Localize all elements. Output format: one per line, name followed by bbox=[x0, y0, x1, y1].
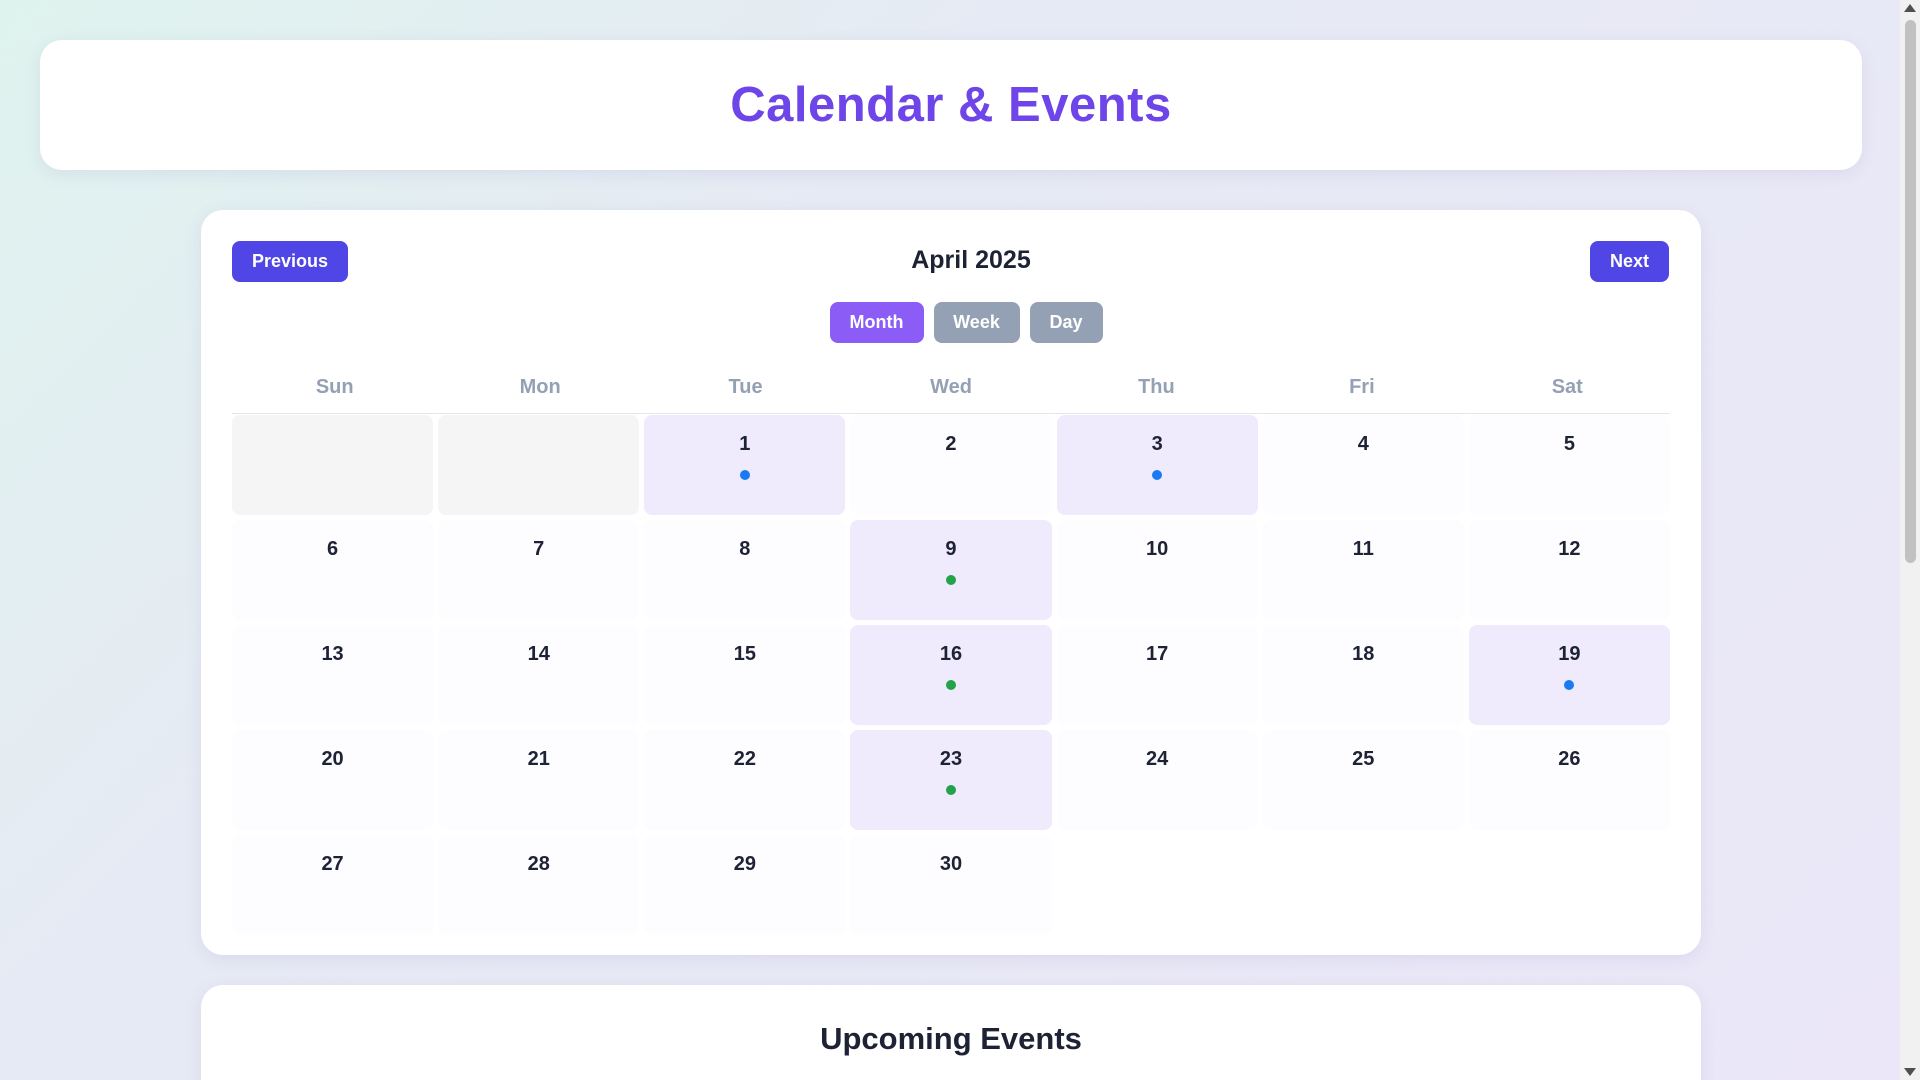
scroll-thumb[interactable] bbox=[1905, 20, 1916, 563]
day-number: 13 bbox=[321, 643, 344, 665]
day-cell[interactable]: 26 bbox=[1468, 730, 1670, 830]
upcoming-events-title: Upcoming Events bbox=[820, 1021, 1082, 1056]
day-number: 29 bbox=[733, 853, 756, 875]
day-cell[interactable]: 18 bbox=[1262, 625, 1464, 725]
day-cell[interactable]: 12 bbox=[1468, 520, 1670, 620]
day-cell[interactable]: 16 bbox=[850, 625, 1052, 725]
empty-day-cell bbox=[438, 415, 640, 515]
day-number: 21 bbox=[527, 748, 550, 770]
day-number: 19 bbox=[1558, 643, 1581, 665]
trailing-day-cell bbox=[1469, 835, 1670, 935]
calendar-grid: 1 2 3 4 5 6 7 8 9 10 11 12 13 14 15 16 17 18 19 20 21 22 23 24 2… bbox=[232, 415, 1670, 935]
day-cell[interactable]: 27 bbox=[232, 835, 434, 935]
event-dot-icon bbox=[945, 575, 956, 585]
day-cell[interactable]: 20 bbox=[232, 730, 434, 830]
day-cell[interactable]: 28 bbox=[438, 835, 640, 935]
day-number: 28 bbox=[527, 853, 550, 875]
empty-day-cell bbox=[232, 415, 434, 515]
day-number: 26 bbox=[1558, 748, 1581, 770]
day-cell[interactable]: 7 bbox=[438, 520, 640, 620]
day-number: 12 bbox=[1558, 538, 1581, 560]
day-cell[interactable]: 11 bbox=[1262, 520, 1464, 620]
page: Calendar & Events Previous April 2025 Ne… bbox=[0, 0, 1900, 1080]
day-number: 18 bbox=[1352, 643, 1375, 665]
day-cell[interactable]: 30 bbox=[850, 835, 1052, 935]
day-number: 6 bbox=[327, 538, 339, 560]
day-cell[interactable]: 22 bbox=[644, 730, 846, 830]
day-cell[interactable]: 23 bbox=[850, 730, 1052, 830]
event-dot-icon bbox=[1152, 470, 1163, 480]
page-scrollbar[interactable] bbox=[1900, 0, 1920, 1080]
trailing-day-cell bbox=[1057, 835, 1258, 935]
day-number: 15 bbox=[733, 643, 756, 665]
day-number: 22 bbox=[733, 748, 756, 770]
scroll-up-arrow-icon[interactable] bbox=[1904, 4, 1916, 12]
day-cell[interactable]: 4 bbox=[1262, 415, 1464, 515]
day-number: 2 bbox=[945, 433, 957, 455]
view-month-button[interactable]: Month bbox=[829, 302, 924, 343]
day-number: 16 bbox=[939, 643, 963, 665]
weekday-label: Tue bbox=[728, 376, 763, 398]
day-cell[interactable]: 1 bbox=[644, 415, 846, 515]
day-cell[interactable]: 2 bbox=[850, 415, 1052, 515]
day-number: 25 bbox=[1352, 748, 1375, 770]
day-number: 4 bbox=[1357, 433, 1369, 455]
event-dot-icon bbox=[945, 680, 956, 690]
calendar-card: Previous April 2025 Next Month Week Day … bbox=[201, 210, 1701, 955]
weekday-label: Wed bbox=[930, 376, 972, 398]
day-cell[interactable]: 10 bbox=[1056, 520, 1258, 620]
weekday-label: Sun bbox=[315, 376, 354, 398]
weekday-label: Fri bbox=[1349, 376, 1375, 398]
weekday-label: Thu bbox=[1138, 376, 1175, 398]
day-cell[interactable]: 9 bbox=[850, 520, 1052, 620]
event-dot-icon bbox=[739, 470, 750, 480]
day-cell[interactable]: 8 bbox=[644, 520, 846, 620]
trailing-day-cell bbox=[1263, 835, 1464, 935]
scroll-down-arrow-icon[interactable] bbox=[1904, 1068, 1916, 1076]
day-cell[interactable]: 24 bbox=[1056, 730, 1258, 830]
day-cell[interactable]: 17 bbox=[1056, 625, 1258, 725]
day-cell[interactable]: 5 bbox=[1468, 415, 1670, 515]
day-cell[interactable]: 25 bbox=[1262, 730, 1464, 830]
day-cell[interactable]: 29 bbox=[644, 835, 846, 935]
weekday-label: Sat bbox=[1551, 376, 1583, 398]
day-number: 24 bbox=[1146, 748, 1169, 770]
day-number: 1 bbox=[739, 433, 751, 455]
page-title: Calendar & Events bbox=[730, 78, 1172, 132]
day-cell[interactable]: 14 bbox=[438, 625, 640, 725]
weekday-label: Mon bbox=[519, 376, 561, 398]
day-number: 3 bbox=[1151, 433, 1163, 455]
view-day-button[interactable]: Day bbox=[1029, 302, 1103, 343]
view-toggle: Month Week Day bbox=[201, 302, 1701, 343]
day-cell[interactable]: 21 bbox=[438, 730, 640, 830]
view-week-button[interactable]: Week bbox=[933, 302, 1020, 343]
day-cell[interactable]: 6 bbox=[232, 520, 434, 620]
day-number: 17 bbox=[1146, 643, 1169, 665]
day-number: 7 bbox=[533, 538, 545, 560]
upcoming-events-card: Upcoming Events bbox=[201, 985, 1701, 1080]
day-number: 11 bbox=[1352, 538, 1374, 560]
month-title: April 2025 bbox=[911, 246, 1031, 274]
next-button[interactable]: Next bbox=[1590, 241, 1669, 282]
day-number: 30 bbox=[939, 853, 963, 875]
weekday-header: Sun Mon Tue Wed Thu Fri Sat bbox=[232, 360, 1670, 414]
day-number: 20 bbox=[321, 748, 344, 770]
day-cell[interactable]: 19 bbox=[1468, 625, 1670, 725]
day-number: 10 bbox=[1146, 538, 1169, 560]
day-cell[interactable]: 13 bbox=[232, 625, 434, 725]
header-card: Calendar & Events bbox=[40, 40, 1862, 170]
day-number: 27 bbox=[321, 853, 344, 875]
event-dot-icon bbox=[1564, 680, 1575, 690]
event-dot-icon bbox=[945, 785, 956, 795]
day-cell[interactable]: 15 bbox=[644, 625, 846, 725]
day-number: 23 bbox=[939, 748, 963, 770]
day-cell[interactable]: 3 bbox=[1056, 415, 1258, 515]
day-number: 9 bbox=[945, 538, 957, 560]
day-number: 14 bbox=[527, 643, 550, 665]
day-number: 8 bbox=[739, 538, 751, 560]
day-number: 5 bbox=[1563, 433, 1575, 455]
